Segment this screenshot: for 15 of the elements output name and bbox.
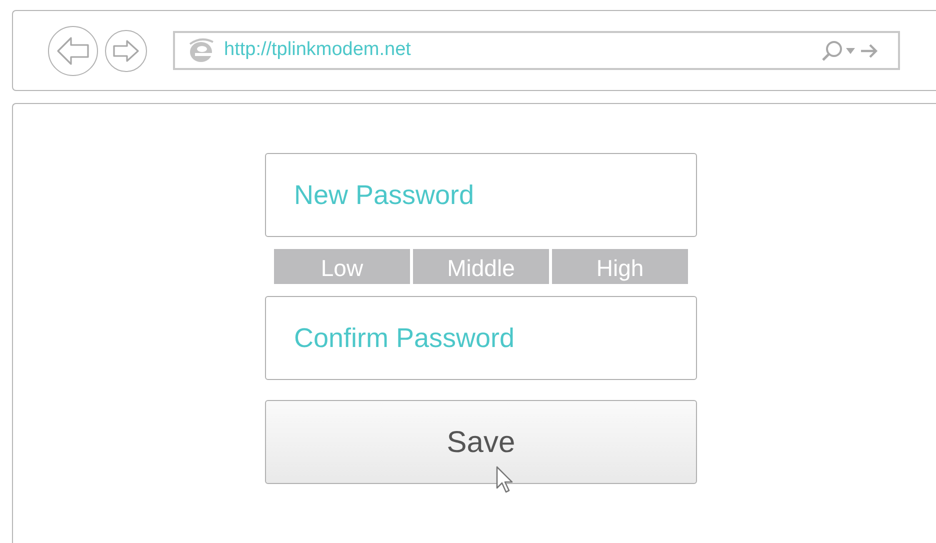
strength-segment: High — [552, 249, 688, 284]
dropdown-caret-icon[interactable] — [846, 48, 855, 54]
back-arrow-icon — [56, 36, 90, 66]
forward-arrow-icon — [112, 38, 140, 62]
new-password-field[interactable]: New Password — [265, 153, 697, 237]
confirm-password-field[interactable]: Confirm Password — [265, 296, 697, 380]
strength-segment: Middle — [413, 249, 549, 284]
search-icon[interactable] — [821, 40, 843, 62]
back-button[interactable] — [48, 26, 98, 76]
save-button[interactable]: Save — [265, 400, 697, 484]
go-arrow-icon[interactable] — [860, 42, 878, 58]
browser-logo-icon — [187, 38, 215, 64]
url-text: http://tplinkmodem.net — [224, 38, 411, 62]
forward-button[interactable] — [105, 30, 147, 72]
strength-segment: Low — [274, 249, 410, 284]
